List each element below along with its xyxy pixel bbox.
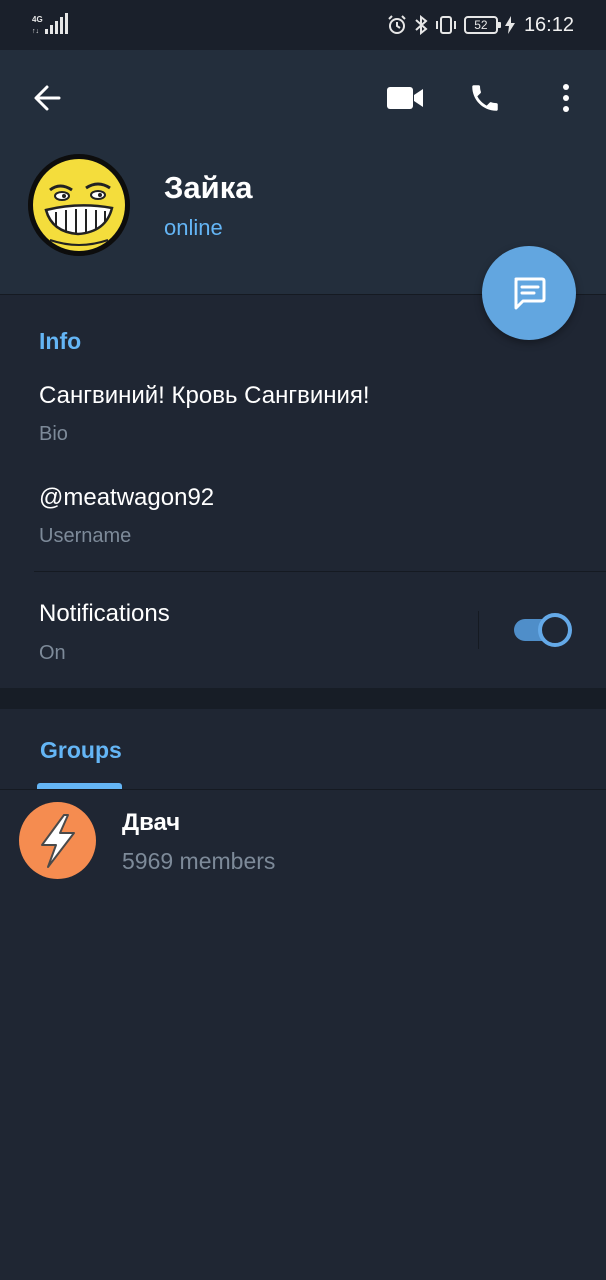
video-call-button[interactable] bbox=[385, 78, 425, 118]
send-message-button[interactable] bbox=[482, 246, 576, 340]
video-call-icon bbox=[387, 87, 423, 109]
call-button[interactable] bbox=[465, 78, 505, 118]
signal-icon: 4G ↑↓ bbox=[32, 13, 68, 35]
notifications-title[interactable]: Notifications bbox=[39, 600, 170, 628]
online-status: online bbox=[164, 215, 223, 240]
bluetooth-icon bbox=[415, 15, 428, 35]
more-options-button[interactable] bbox=[546, 78, 586, 118]
status-time: 16:12 bbox=[523, 13, 574, 36]
back-arrow-icon bbox=[34, 85, 61, 111]
svg-text:↑↓: ↑↓ bbox=[32, 28, 39, 35]
bio-value[interactable]: Сангвиний! Кровь Сангвиния! bbox=[39, 382, 370, 410]
username-label: Username bbox=[39, 525, 132, 547]
notifications-status: On bbox=[39, 642, 66, 664]
list-item[interactable]: Двач 5969 members bbox=[0, 790, 606, 890]
notifications-toggle[interactable] bbox=[514, 613, 572, 647]
username-value[interactable]: @meatwagon92 bbox=[39, 484, 214, 512]
avatar[interactable] bbox=[28, 154, 130, 256]
divider bbox=[478, 611, 479, 649]
back-button[interactable] bbox=[27, 78, 67, 118]
group-name: Двач bbox=[122, 809, 181, 836]
divider bbox=[34, 571, 606, 572]
alarm-icon bbox=[388, 15, 406, 34]
tab-groups[interactable]: Groups bbox=[40, 737, 122, 764]
profile-name: Зайка bbox=[164, 170, 253, 205]
toggle-thumb bbox=[538, 613, 572, 647]
more-vert-icon bbox=[563, 84, 569, 112]
group-avatar bbox=[19, 802, 96, 879]
vibrate-icon bbox=[435, 16, 456, 34]
charging-icon bbox=[504, 16, 515, 34]
group-members-count: 5969 members bbox=[122, 848, 276, 874]
lightning-icon bbox=[40, 813, 75, 868]
status-bar: 4G ↑↓ 52 16:12 bbox=[0, 0, 606, 50]
phone-icon bbox=[472, 85, 498, 111]
section-separator bbox=[0, 688, 606, 709]
info-title: Info bbox=[39, 328, 82, 354]
message-icon bbox=[514, 277, 546, 310]
battery-icon: 52 bbox=[463, 16, 501, 34]
info-section: Info Сангвиний! Кровь Сангвиния! Bio @me… bbox=[0, 294, 606, 688]
bio-label: Bio bbox=[39, 423, 68, 445]
troll-face-avatar-icon bbox=[28, 154, 130, 256]
svg-text:4G: 4G bbox=[32, 15, 43, 24]
